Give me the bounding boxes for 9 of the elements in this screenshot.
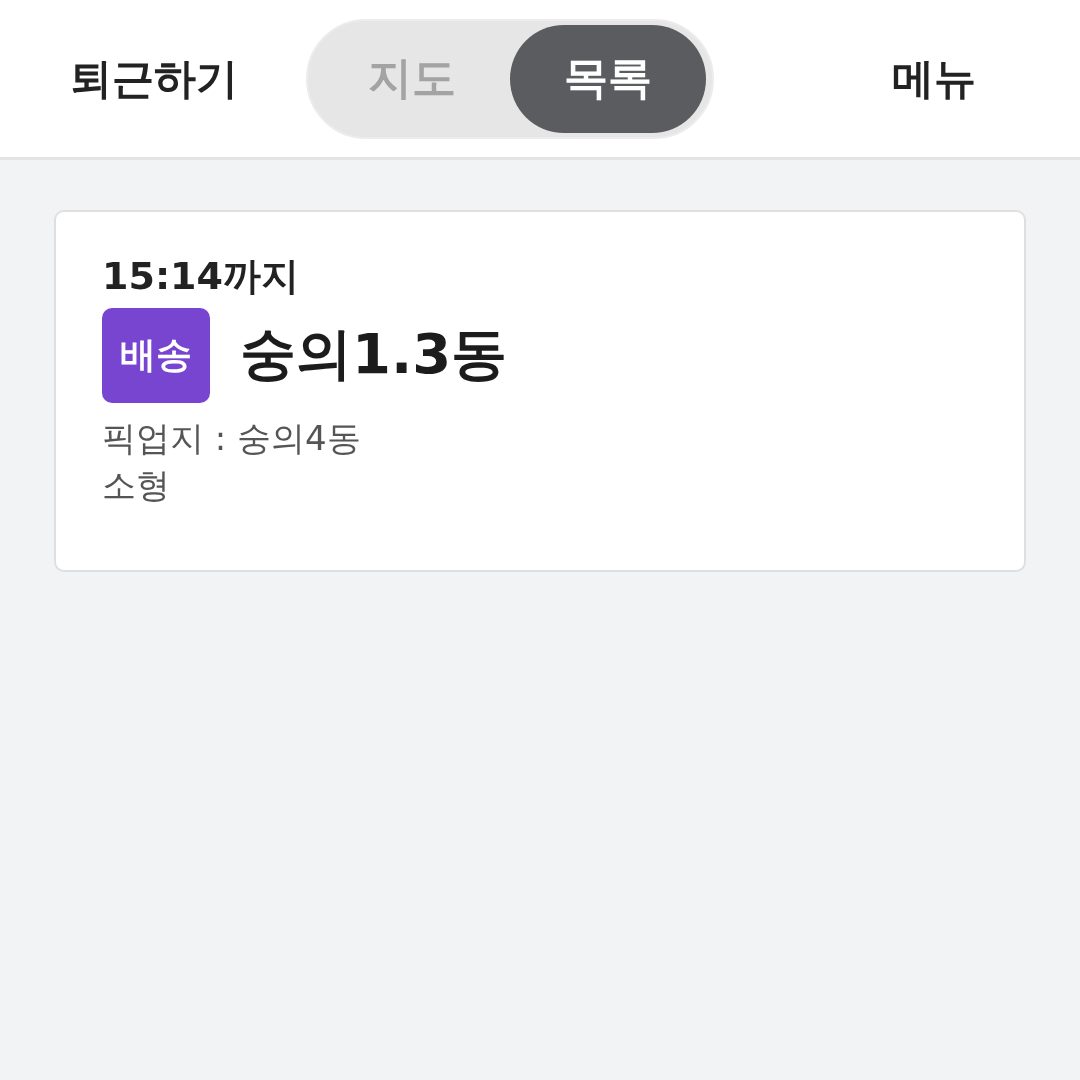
clock-out-button[interactable]: 퇴근하기 xyxy=(60,46,248,111)
menu-button[interactable]: 메뉴 xyxy=(882,46,986,111)
size-text: 소형 xyxy=(102,464,171,508)
order-card[interactable]: 15:14까지 배송 숭의1.3동 픽업지 : 숭의4동 소형 xyxy=(54,210,1026,572)
delivery-badge: 배송 xyxy=(102,307,210,403)
deadline-text: 15:14까지 xyxy=(102,254,300,300)
view-tab[interactable]: 목록 xyxy=(510,24,706,133)
pickup-text: 픽업지 : 숭의4동 xyxy=(102,416,362,460)
destination-title: 숭의1.3동 xyxy=(240,320,508,389)
